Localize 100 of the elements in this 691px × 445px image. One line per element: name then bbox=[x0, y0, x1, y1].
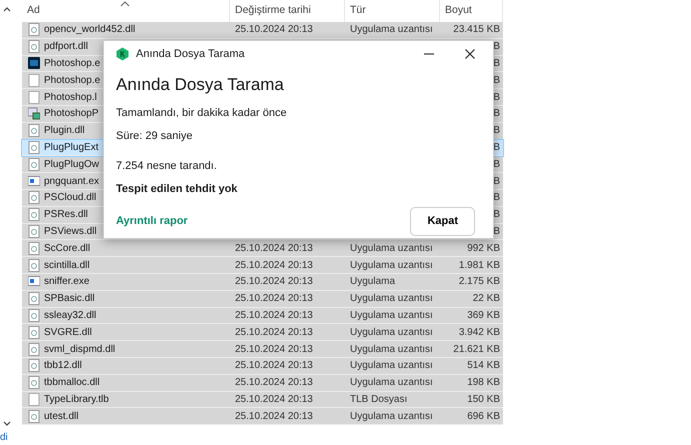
close-icon bbox=[465, 49, 475, 59]
file-size: 1.981 KB bbox=[458, 260, 500, 271]
file-size: 696 KB bbox=[467, 410, 500, 422]
file-size: 198 KB bbox=[467, 377, 500, 388]
file-name: ssleay32.dll bbox=[44, 308, 96, 323]
file-size: B bbox=[493, 192, 500, 204]
file-type: Uygulama uzantısı bbox=[349, 410, 434, 424]
file-row[interactable]: SVGRE.dll 25.10.2024 20:13 Uygulama uzantısı 3.942 KB bbox=[22, 324, 503, 342]
installer-icon bbox=[28, 107, 40, 120]
file-size: 22 KB bbox=[472, 293, 500, 304]
sort-icon bbox=[120, 1, 130, 7]
file-name: svml_dispmd.dll bbox=[44, 342, 116, 357]
file-row[interactable]: SPBasic.dll 25.10.2024 20:13 Uygulama uzantısı 22 KB bbox=[22, 290, 503, 308]
file-row[interactable]: tbb12.dll 25.10.2024 20:13 Uygulama uzantısı 514 KB bbox=[22, 358, 503, 375]
file-name: Photoshop.e bbox=[44, 74, 100, 88]
file-row[interactable]: opencv_world452.dll 25.10.2024 20:13 Uygulama uzantısı 23.415 KB bbox=[22, 22, 503, 39]
file-row[interactable]: svml_dispmd.dll 25.10.2024 20:13 Uygulama uzantısı 21.621 KB bbox=[22, 341, 503, 358]
file-size: 992 KB bbox=[467, 242, 500, 254]
file-name: PSCloud.dll bbox=[44, 191, 96, 206]
file-name: tbb12.dll bbox=[44, 359, 82, 374]
result-text: Tespit edilen tehdit yok bbox=[116, 182, 238, 197]
file-size: 150 KB bbox=[467, 394, 500, 405]
modified-date: 25.10.2024 20:13 bbox=[234, 410, 314, 424]
file-size: 2.175 KB bbox=[458, 276, 500, 288]
nav-item-text: di bbox=[0, 431, 8, 445]
file-name: TypeLibrary.tlb bbox=[44, 392, 109, 407]
modified-date: 25.10.2024 20:13 bbox=[234, 23, 314, 38]
file-row[interactable]: ScCore.dll 25.10.2024 20:13 Uygulama uzantısı 992 KB bbox=[22, 240, 503, 258]
file-name: ScCore.dll bbox=[44, 242, 90, 256]
file-size: B bbox=[493, 176, 500, 187]
scanned-count-text: 7.254 nesne tarandı. bbox=[116, 159, 218, 174]
modified-date: 25.10.2024 20:13 bbox=[234, 342, 314, 357]
app-logo-icon bbox=[116, 47, 129, 61]
dll-file-icon bbox=[28, 342, 40, 356]
modified-date: 25.10.2024 20:13 bbox=[234, 308, 314, 323]
file-type: Uygulama uzantısı bbox=[349, 292, 434, 306]
detailed-report-link[interactable]: Ayrıntılı rapor bbox=[116, 213, 188, 230]
file-size: 23.415 KB bbox=[453, 24, 500, 36]
file-size: B bbox=[493, 158, 500, 170]
dll-file-icon bbox=[28, 140, 40, 154]
file-row[interactable]: scintilla.dll 25.10.2024 20:13 Uygulama uzantısı 1.981 KB bbox=[22, 257, 503, 274]
file-row[interactable]: sniffer.exe 25.10.2024 20:13 Uygulama 2.175 KB bbox=[22, 274, 503, 291]
file-size: 514 KB bbox=[467, 360, 500, 372]
file-size: B bbox=[493, 226, 500, 237]
file-size: B bbox=[493, 58, 500, 69]
file-name: sniffer.exe bbox=[44, 275, 90, 290]
modified-date: 25.10.2024 20:13 bbox=[234, 258, 314, 273]
file-type: Uygulama uzantısı bbox=[349, 376, 434, 390]
file-name: SPBasic.dll bbox=[44, 292, 95, 306]
file-size: 21.621 KB bbox=[453, 344, 500, 355]
file-type: Uygulama uzantısı bbox=[349, 242, 434, 256]
dll-file-icon bbox=[28, 224, 40, 238]
file-type: Uygulama bbox=[349, 275, 396, 290]
modified-date: 25.10.2024 20:13 bbox=[234, 376, 314, 390]
modified-date: 25.10.2024 20:13 bbox=[234, 326, 314, 340]
dialog-heading: Anında Dosya Tarama bbox=[116, 75, 285, 96]
file-row[interactable]: ssleay32.dll 25.10.2024 20:13 Uygulama uzantısı 369 KB bbox=[22, 308, 503, 324]
dll-file-icon bbox=[28, 359, 40, 372]
file-name: Plugin.dll bbox=[44, 124, 85, 138]
file-size: B bbox=[493, 41, 500, 52]
file-name: scintilla.dll bbox=[44, 258, 90, 273]
close-dialog-button[interactable]: Kapat bbox=[410, 207, 475, 236]
file-type: TLB Dosyası bbox=[349, 392, 408, 407]
dll-file-icon bbox=[28, 40, 40, 54]
file-name: Photoshop.e bbox=[44, 56, 100, 71]
dll-file-icon bbox=[28, 376, 40, 390]
file-row[interactable]: tbbmalloc.dll 25.10.2024 20:13 Uygulama uzantısı 198 KB bbox=[22, 374, 503, 392]
file-size: B bbox=[493, 142, 500, 153]
file-row[interactable]: TypeLibrary.tlb 25.10.2024 20:13 TLB Dosyası 150 KB bbox=[22, 392, 503, 408]
dll-file-icon bbox=[28, 308, 40, 322]
file-type: Uygulama uzantısı bbox=[349, 359, 434, 374]
file-type: Uygulama uzantısı bbox=[349, 23, 434, 38]
file-name: tbbmalloc.dll bbox=[44, 376, 100, 390]
blank-file-icon bbox=[28, 392, 40, 406]
file-type: Uygulama uzantısı bbox=[349, 308, 434, 323]
file-name: PlugPlugOw bbox=[44, 158, 100, 172]
dll-file-icon bbox=[28, 208, 40, 222]
modified-date: 25.10.2024 20:13 bbox=[234, 292, 314, 306]
file-size: B bbox=[493, 74, 500, 86]
modified-date: 25.10.2024 20:13 bbox=[234, 275, 314, 290]
modified-date: 25.10.2024 20:13 bbox=[234, 242, 314, 256]
file-size: B bbox=[493, 125, 500, 136]
file-type: Uygulama uzantısı bbox=[349, 258, 434, 273]
file-name: PSViews.dll bbox=[44, 224, 97, 239]
scroll-up-icon bbox=[3, 6, 11, 12]
dialog-title: Anında Dosya Tarama bbox=[136, 46, 245, 62]
file-name: opencv_world452.dll bbox=[44, 23, 136, 38]
file-name: PlugPlugExt bbox=[44, 140, 98, 155]
scroll-down-icon bbox=[3, 421, 11, 427]
file-name: utest.dll bbox=[44, 410, 78, 424]
file-size: B bbox=[493, 209, 500, 220]
file-row[interactable]: utest.dll 25.10.2024 20:13 Uygulama uzantısı 696 KB bbox=[22, 408, 503, 426]
blank-file-icon bbox=[28, 90, 40, 104]
dll-file-icon bbox=[28, 292, 40, 306]
dll-file-icon bbox=[28, 191, 40, 204]
file-size: 3.942 KB bbox=[458, 326, 500, 338]
dll-file-icon bbox=[28, 242, 40, 255]
file-name: SVGRE.dll bbox=[44, 326, 92, 340]
dll-file-icon bbox=[28, 326, 40, 339]
file-name: PSRes.dll bbox=[44, 208, 88, 222]
